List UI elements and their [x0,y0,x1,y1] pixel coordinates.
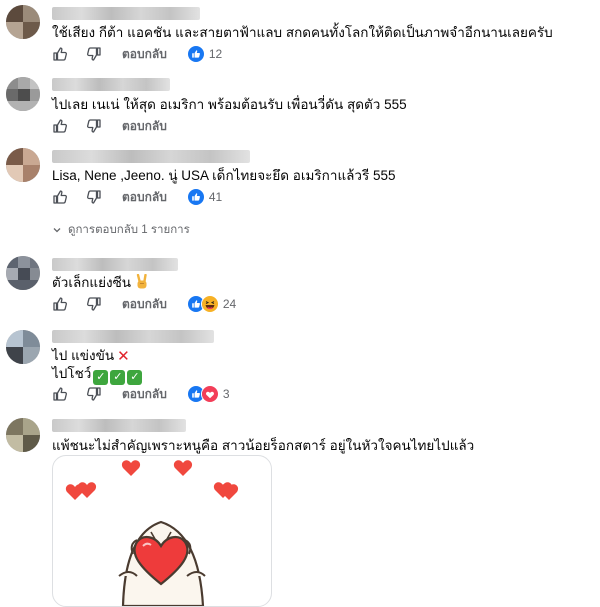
like-reaction-icon [186,45,205,63]
thumbs-up-icon[interactable] [52,296,68,312]
check-mark-icon: ✓ [93,370,109,385]
reply-button[interactable]: ตอบกลับ [122,385,167,404]
reaction-summary[interactable]: 41 [186,188,223,206]
comment-line-2: ไปโชว์ ✓ ✓ ✓ [52,365,143,385]
bear-holding-heart-sticker[interactable] [52,455,272,607]
comment-actions: ตอบกลับ 24 [52,294,236,314]
thumbs-down-icon[interactable] [86,118,102,134]
thumbs-up-icon[interactable] [52,189,68,205]
author-name-blurred[interactable] [52,330,214,343]
thumbs-up-icon[interactable] [52,46,68,62]
avatar[interactable] [6,418,40,452]
sticker-artwork [65,460,239,606]
reaction-count: 12 [208,47,223,61]
author-name-blurred[interactable] [52,419,186,432]
reaction-summary[interactable]: 3 [186,385,230,403]
cross-mark-icon: ✕ [117,348,130,365]
comment-text: ใช้เสียง กีต้า แอคชัน และสายตาฟ้าแลบ สกด… [52,25,553,40]
avatar[interactable] [6,5,40,39]
chevron-down-icon [52,225,62,235]
author-name-blurred[interactable] [52,258,178,271]
author-name-blurred[interactable] [52,150,250,163]
like-reaction-icon [186,188,205,206]
reply-button[interactable]: ตอบกลับ [122,117,167,136]
avatar[interactable] [6,148,40,182]
comment-text: ไปเลย เนเน่ ให้สุด อเมริกา พร้อมต้อนรับ … [52,97,407,112]
haha-reaction-icon [200,295,219,313]
reply-button[interactable]: ตอบกลับ [122,188,167,207]
author-name-blurred[interactable] [52,7,200,20]
comment-text: Lisa, Nene ,Jeeno. นู่ USA เด็กไทยจะยึด … [52,168,396,183]
check-mark-icon: ✓ [127,370,143,385]
comment-line-2-text: ไปโชว์ [52,366,92,381]
thumbs-down-icon[interactable] [86,296,102,312]
care-reaction-icon [200,385,219,403]
comment-text-body: ตัวเล็กแย่งซีน [52,275,132,290]
comment-text: ตัวเล็กแย่งซีน [52,273,149,294]
avatar[interactable] [6,330,40,364]
reaction-count: 3 [222,387,230,401]
thumbs-down-icon[interactable] [86,189,102,205]
reply-button[interactable]: ตอบกลับ [122,295,167,314]
view-replies-link[interactable]: ดูการตอบกลับ 1 รายการ [52,221,190,239]
avatar[interactable] [6,256,40,290]
comment-actions: ตอบกลับ 12 [52,44,222,64]
rock-on-hand-icon [135,273,149,294]
author-name-blurred[interactable] [52,78,170,91]
comment-actions: ตอบกลับ 3 [52,384,230,404]
thumbs-down-icon[interactable] [86,386,102,402]
thumbs-down-icon[interactable] [86,46,102,62]
comment-text: ไป แข่งขัน ✕ ไปโชว์ ✓ ✓ ✓ [52,347,143,385]
comment-actions: ตอบกลับ [52,116,187,136]
thumbs-up-icon[interactable] [52,386,68,402]
view-replies-label: ดูการตอบกลับ 1 รายการ [68,224,190,236]
reaction-summary[interactable]: 24 [186,295,237,313]
reaction-count: 41 [208,190,223,204]
comment-line-1: ไป แข่งขัน ✕ [52,347,142,365]
comment-text: แพ้ชนะไม่สำคัญเพราะหนูคือ สาวน้อยร็อกสตา… [52,438,475,453]
reaction-summary[interactable]: 12 [186,45,223,63]
comment-line-1-text: ไป แข่งขัน [52,348,115,363]
check-mark-icon: ✓ [110,370,126,385]
reaction-count: 24 [222,297,237,311]
thumbs-up-icon[interactable] [52,118,68,134]
avatar[interactable] [6,77,40,111]
reply-button[interactable]: ตอบกลับ [122,45,167,64]
comment-actions: ตอบกลับ 41 [52,187,222,207]
